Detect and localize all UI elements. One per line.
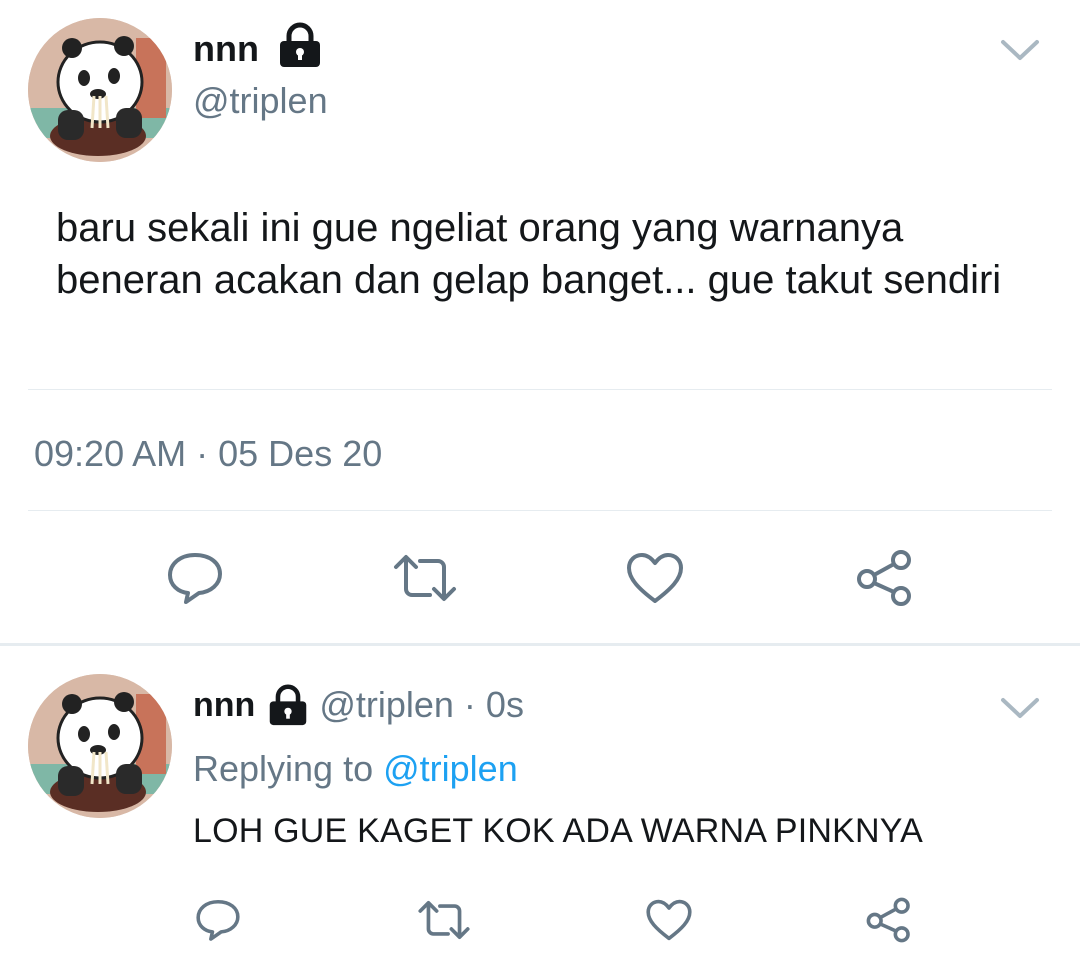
avatar[interactable] bbox=[28, 18, 172, 162]
section-divider bbox=[0, 643, 1080, 646]
panda-avatar-image bbox=[28, 18, 172, 162]
tweet-text: baru sekali ini gue ngeliat orang yang w… bbox=[56, 206, 1002, 302]
reply-icon bbox=[196, 899, 240, 941]
divider bbox=[28, 389, 1052, 390]
meta-separator: · bbox=[196, 433, 209, 474]
divider bbox=[28, 510, 1052, 511]
lock-icon bbox=[267, 684, 309, 726]
replying-label: Replying to bbox=[193, 748, 374, 789]
user-handle[interactable]: @triplen bbox=[193, 80, 328, 122]
like-button[interactable] bbox=[642, 896, 696, 944]
retweet-button[interactable] bbox=[414, 897, 474, 943]
panda-avatar-image bbox=[28, 674, 172, 818]
avatar[interactable] bbox=[28, 674, 172, 818]
retweet-icon bbox=[418, 900, 470, 940]
share-icon bbox=[866, 897, 910, 943]
retweet-icon bbox=[394, 555, 456, 601]
tweet-date: 05 Des 20 bbox=[218, 433, 383, 474]
replying-to: Replying to @triplen bbox=[193, 748, 518, 790]
tweet-time: 09:20 AM bbox=[34, 433, 187, 474]
reply-icon bbox=[168, 553, 222, 604]
tweet-timestamp[interactable]: 09:20 AM · 05 Des 20 bbox=[34, 433, 382, 475]
lock-icon bbox=[278, 22, 322, 73]
tweet-age: 0s bbox=[485, 684, 524, 725]
chevron-down-icon[interactable] bbox=[1000, 696, 1040, 727]
display-name[interactable]: nnn bbox=[193, 28, 259, 70]
chevron-down-icon[interactable] bbox=[1000, 38, 1040, 69]
reply-button[interactable] bbox=[160, 548, 230, 608]
replying-handle-link[interactable]: @triplen bbox=[383, 748, 518, 789]
share-button[interactable] bbox=[852, 546, 918, 610]
user-handle[interactable]: @triplen bbox=[319, 684, 454, 726]
like-button[interactable] bbox=[622, 548, 688, 608]
share-button[interactable] bbox=[862, 894, 916, 946]
meta-separator: · bbox=[463, 684, 476, 725]
share-icon bbox=[857, 550, 911, 606]
retweet-button[interactable] bbox=[390, 550, 460, 606]
heart-icon bbox=[646, 899, 692, 941]
tweet-text: LOH GUE KAGET KOK ADA WARNA PINKNYA bbox=[193, 812, 924, 850]
heart-icon bbox=[627, 553, 683, 603]
display-name[interactable]: nnn bbox=[193, 686, 255, 725]
reply-header: nnn @triplen · 0s bbox=[193, 684, 524, 726]
reply-button[interactable] bbox=[190, 895, 246, 945]
